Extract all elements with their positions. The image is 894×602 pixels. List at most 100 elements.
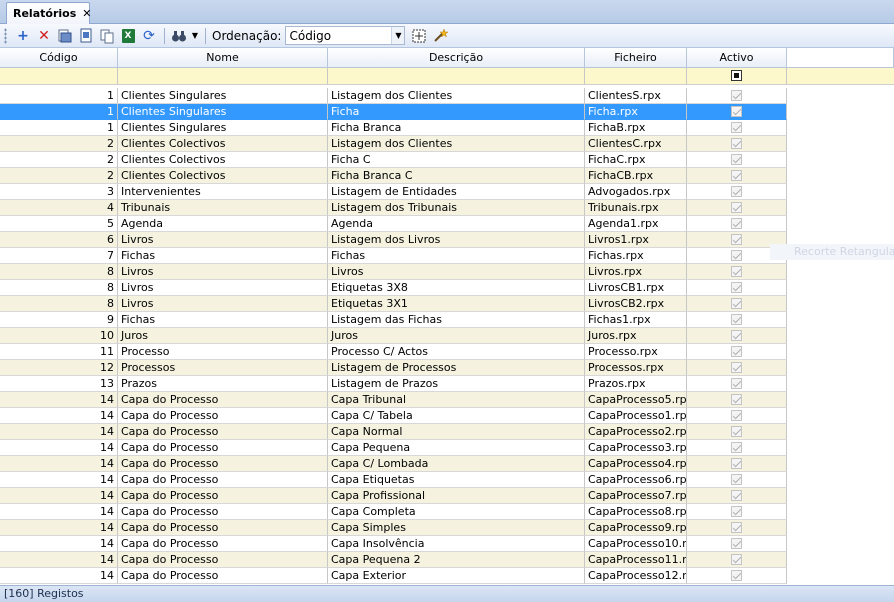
activo-checkbox[interactable] [731,569,742,581]
cell-ficheiro[interactable]: Tribunais.rpx [585,200,687,216]
activo-checkbox[interactable] [731,473,742,485]
cell-nome[interactable]: Clientes Singulares [118,120,328,136]
cell-descricao[interactable]: Listagem dos Clientes [328,88,585,104]
cell-codigo[interactable]: 12 [0,360,118,376]
cell-codigo[interactable]: 11 [0,344,118,360]
cell-activo[interactable] [687,120,787,136]
cell-ficheiro[interactable]: CapaProcesso9.rp [585,520,687,536]
filter-codigo[interactable] [0,68,118,85]
edit-button[interactable] [55,26,75,46]
cell-ficheiro[interactable]: Fichas.rpx [585,248,687,264]
cell-ficheiro[interactable]: CapaProcesso4.rp [585,456,687,472]
activo-checkbox[interactable] [731,169,742,181]
column-header-codigo[interactable]: Código [0,48,118,68]
activo-checkbox[interactable] [731,425,742,437]
delete-button[interactable]: ✕ [34,26,54,46]
cell-nome[interactable]: Capa do Processo [118,440,328,456]
cell-activo[interactable] [687,328,787,344]
activo-checkbox[interactable] [731,89,742,101]
cell-activo[interactable] [687,440,787,456]
table-row[interactable]: 9 Fichas Listagem das Fichas Fichas1.rpx [0,312,894,328]
cell-nome[interactable]: Juros [118,328,328,344]
cell-nome[interactable]: Clientes Singulares [118,104,328,120]
cell-descricao[interactable]: Ficha Branca C [328,168,585,184]
cell-ficheiro[interactable]: Advogados.rpx [585,184,687,200]
cell-nome[interactable]: Agenda [118,216,328,232]
cell-nome[interactable]: Fichas [118,312,328,328]
cell-activo[interactable] [687,520,787,536]
cell-codigo[interactable]: 14 [0,520,118,536]
activo-checkbox[interactable] [731,457,742,469]
cell-nome[interactable]: Capa do Processo [118,424,328,440]
table-row[interactable]: 10 Juros Juros Juros.rpx [0,328,894,344]
column-header-activo[interactable]: Activo [687,48,787,68]
cell-descricao[interactable]: Capa Completa [328,504,585,520]
grid-select-button[interactable] [409,26,429,46]
toolbar-grip[interactable] [4,27,7,44]
cell-codigo[interactable]: 3 [0,184,118,200]
cell-activo[interactable] [687,216,787,232]
activo-checkbox[interactable] [731,313,742,325]
cell-codigo[interactable]: 2 [0,152,118,168]
cell-descricao[interactable]: Capa Pequena 2 [328,552,585,568]
activo-checkbox[interactable] [731,185,742,197]
cell-ficheiro[interactable]: Livros.rpx [585,264,687,280]
activo-checkbox[interactable] [731,297,742,309]
table-row[interactable]: 1 Clientes Singulares Ficha Ficha.rpx [0,104,894,120]
cell-descricao[interactable]: Capa Tribunal [328,392,585,408]
export-excel-button[interactable]: X [118,26,138,46]
activo-checkbox[interactable] [731,489,742,501]
table-row[interactable]: 14 Capa do Processo Capa Pequena 2 CapaProc… [0,552,894,568]
activo-checkbox[interactable] [731,441,742,453]
cell-ficheiro[interactable]: Fichas1.rpx [585,312,687,328]
activo-checkbox[interactable] [731,537,742,549]
cell-ficheiro[interactable]: CapaProcesso6.rp [585,472,687,488]
activo-checkbox[interactable] [731,505,742,517]
filter-activo[interactable] [687,68,787,85]
column-header-ficheiro[interactable]: Ficheiro [585,48,687,68]
cell-descricao[interactable]: Capa Exterior [328,568,585,584]
cell-ficheiro[interactable]: LivrosCB2.rpx [585,296,687,312]
cell-nome[interactable]: Livros [118,264,328,280]
cell-descricao[interactable]: Etiquetas 3X8 [328,280,585,296]
activo-checkbox[interactable] [731,265,742,277]
activo-checkbox[interactable] [731,105,742,117]
table-row[interactable]: 14 Capa do Processo Capa Profissional CapaP… [0,488,894,504]
activo-checkbox[interactable] [731,393,742,405]
table-row[interactable]: 14 Capa do Processo Capa Completa CapaProce… [0,504,894,520]
cell-codigo[interactable]: 4 [0,200,118,216]
cell-activo[interactable] [687,168,787,184]
cell-descricao[interactable]: Juros [328,328,585,344]
cell-codigo[interactable]: 14 [0,504,118,520]
cell-activo[interactable] [687,152,787,168]
table-row[interactable]: 8 Livros Etiquetas 3X1 LivrosCB2.rpx [0,296,894,312]
table-row[interactable]: 14 Capa do Processo Capa C/ Tabela CapaProc… [0,408,894,424]
cell-nome[interactable]: Clientes Colectivos [118,136,328,152]
cell-nome[interactable]: Clientes Colectivos [118,152,328,168]
cell-nome[interactable]: Intervenientes [118,184,328,200]
cell-codigo[interactable]: 14 [0,424,118,440]
cell-ficheiro[interactable]: Processos.rpx [585,360,687,376]
cell-codigo[interactable]: 1 [0,88,118,104]
cell-activo[interactable] [687,360,787,376]
cell-activo[interactable] [687,392,787,408]
cell-nome[interactable]: Capa do Processo [118,520,328,536]
filter-checkbox[interactable] [731,69,742,81]
cell-ficheiro[interactable]: CapaProcesso12.r [585,568,687,584]
cell-codigo[interactable]: 9 [0,312,118,328]
activo-checkbox[interactable] [731,329,742,341]
cell-descricao[interactable]: Capa Simples [328,520,585,536]
cell-nome[interactable]: Capa do Processo [118,552,328,568]
cell-ficheiro[interactable]: CapaProcesso3.rp [585,440,687,456]
cell-ficheiro[interactable]: CapaProcesso5.rp [585,392,687,408]
cell-activo[interactable] [687,456,787,472]
cell-activo[interactable] [687,184,787,200]
cell-descricao[interactable]: Listagem de Processos [328,360,585,376]
cell-nome[interactable]: Capa do Processo [118,472,328,488]
activo-checkbox[interactable] [731,217,742,229]
cell-descricao[interactable]: Listagem de Entidades [328,184,585,200]
cell-ficheiro[interactable]: CapaProcesso2.rp [585,424,687,440]
cell-descricao[interactable]: Listagem de Prazos [328,376,585,392]
activo-checkbox[interactable] [731,377,742,389]
cell-codigo[interactable]: 1 [0,104,118,120]
